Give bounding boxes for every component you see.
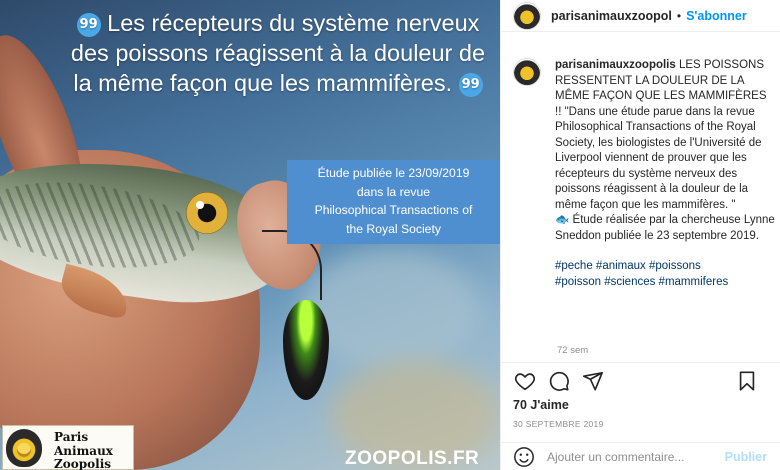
emoji-button[interactable] <box>513 446 535 468</box>
caption-study-note: Étude réalisée par la chercheuse Lynne S… <box>555 214 775 242</box>
headline: 99 Les récepteurs du système nerveux des… <box>68 8 488 98</box>
avatar[interactable] <box>513 58 541 86</box>
quote-close-icon: 99 <box>458 73 483 97</box>
lion-logo-icon <box>6 429 42 467</box>
logo-line: Animaux <box>54 443 113 458</box>
share-icon <box>583 371 603 391</box>
study-line: Philosophical Transactions of <box>314 203 473 217</box>
likes-count[interactable]: 70 J'aime <box>513 398 569 412</box>
caption-time-ago[interactable]: 72 sem <box>557 345 588 356</box>
caption: parisanimauxzoopolis LES POISSONS RESSEN… <box>513 58 779 290</box>
caption-body: !! "Dans une étude parue dans la revue P… <box>555 105 762 211</box>
comment-input[interactable] <box>547 449 717 464</box>
heart-icon <box>514 372 536 390</box>
logo-line: Zoopolis <box>54 457 112 470</box>
watermark: ZOOPOLIS.FR <box>345 448 480 469</box>
post-sidebar: parisanimauxzoopol • S'abonner parisanim… <box>500 0 780 470</box>
post-header: parisanimauxzoopol • S'abonner <box>501 0 780 32</box>
hashtags-line[interactable]: #peche #animaux #poissons <box>555 259 777 275</box>
fish-eye <box>186 192 228 234</box>
fishing-lure <box>283 300 329 400</box>
comment-bar: Publier <box>501 442 780 470</box>
study-line: the Royal Society <box>346 221 441 236</box>
comment-button[interactable] <box>547 369 571 393</box>
instagram-post: 99 Les récepteurs du système nerveux des… <box>0 0 780 470</box>
post-image[interactable]: 99 Les récepteurs du système nerveux des… <box>0 0 500 470</box>
action-bar <box>501 362 780 398</box>
emoji-icon <box>514 446 534 467</box>
study-info-box: Étude publiée le 23/09/2019 dans la revu… <box>287 160 500 244</box>
fish-emoji-icon: 🐟 <box>555 214 570 226</box>
hashtags-line[interactable]: #poisson #sciences #mammiferes <box>555 275 777 291</box>
comment-icon <box>549 371 569 391</box>
headline-text: Les récepteurs du système nerveux des po… <box>70 10 486 96</box>
logo-line: Paris <box>54 430 89 444</box>
bookmark-icon <box>739 371 755 391</box>
share-button[interactable] <box>581 369 605 393</box>
header-username[interactable]: parisanimauxzoopol <box>551 9 672 23</box>
logo-text: Paris Animaux Zoopolis <box>54 430 113 470</box>
study-line: dans la revue <box>356 184 431 199</box>
post-date: 30 SEPTEMBRE 2019 <box>513 419 604 429</box>
zoopolis-logo: Paris Animaux Zoopolis <box>2 425 134 470</box>
caption-username[interactable]: parisanimauxzoopolis <box>555 59 676 71</box>
separator: • <box>676 8 682 23</box>
like-button[interactable] <box>513 369 537 393</box>
caption-text: parisanimauxzoopolis LES POISSONS RESSEN… <box>555 58 777 290</box>
save-button[interactable] <box>735 369 759 393</box>
follow-button[interactable]: S'abonner <box>686 9 747 23</box>
study-line: Étude publiée le 23/09/2019 <box>317 166 470 180</box>
avatar[interactable] <box>513 1 541 30</box>
quote-open-icon: 99 <box>76 13 101 37</box>
publish-button[interactable]: Publier <box>725 450 767 464</box>
